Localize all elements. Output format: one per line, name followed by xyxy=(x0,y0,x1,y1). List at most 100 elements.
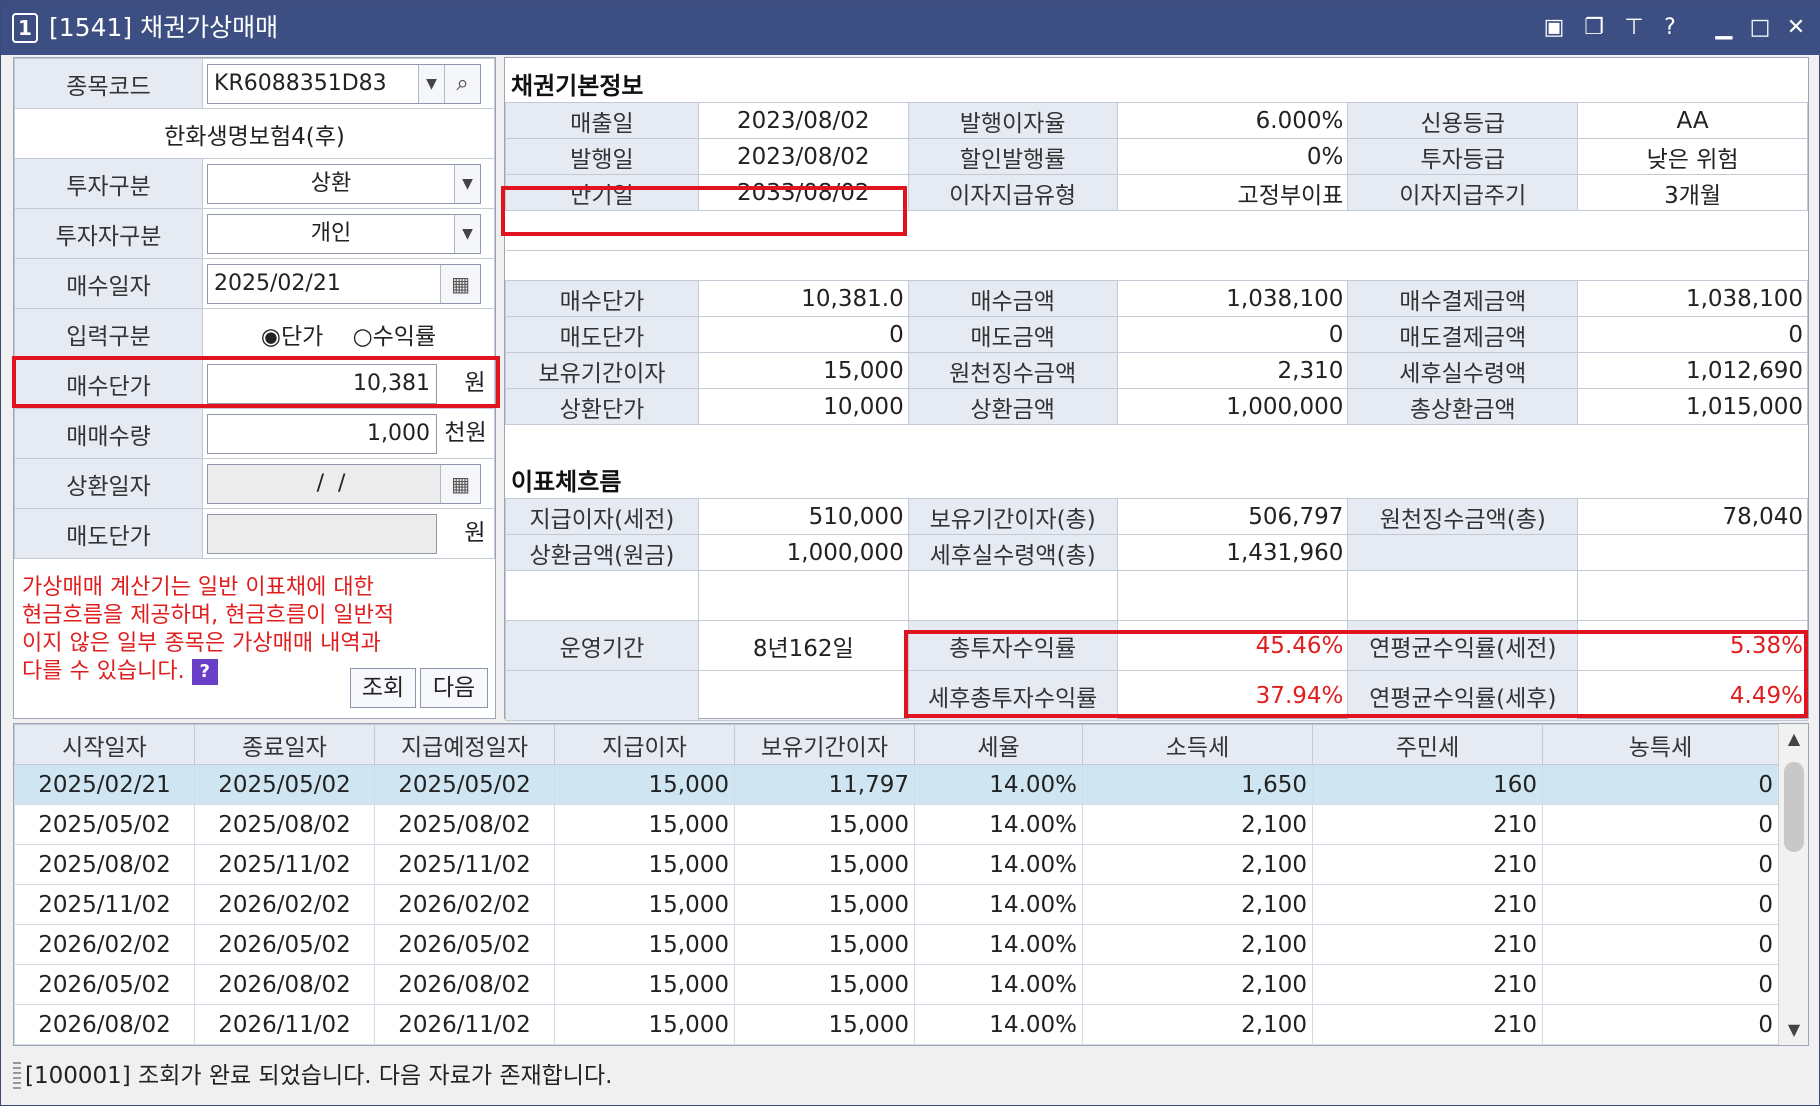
table-cell: 2,100 xyxy=(1082,884,1313,925)
info-row: 상환단가 10,000 상환금액 1,000,000 총상환금액 1,015,000 xyxy=(505,388,1808,425)
field-label: 지급이자(세전) xyxy=(505,498,699,535)
table-cell: 2025/08/02 xyxy=(194,804,375,845)
calendar-icon[interactable]: ▦ xyxy=(440,464,481,503)
buy-price-label: 매수단가 xyxy=(13,358,204,409)
info-row: 매도단가 0 매도금액 0 매도결제금액 0 xyxy=(505,316,1808,353)
radio-yield-label: 수익률 xyxy=(372,323,437,350)
table-cell: 1,650 xyxy=(1082,764,1313,805)
grid-header[interactable]: 지급이자 xyxy=(554,724,735,765)
table-cell: 15,000 xyxy=(554,964,735,1005)
radio-price[interactable]: ◉단가 xyxy=(261,324,323,350)
table-row[interactable]: 2026/02/02 2026/05/02 2026/05/02 15,000 15,0… xyxy=(14,924,1779,965)
field-label: 총상환금액 xyxy=(1347,388,1579,425)
grid-header[interactable]: 보유기간이자 xyxy=(734,724,915,765)
layout-icon[interactable]: ▣ xyxy=(1539,13,1569,43)
table-row[interactable]: 2025/05/02 2025/08/02 2025/08/02 15,000 15,0… xyxy=(14,804,1779,845)
scrollbar-thumb[interactable] xyxy=(1784,762,1804,852)
field-label: 상환단가 xyxy=(505,388,699,425)
field-value: 1,012,690 xyxy=(1577,352,1808,389)
investor-type-select[interactable]: 개인 ▼ xyxy=(207,213,482,254)
grid-header[interactable]: 농특세 xyxy=(1542,724,1779,765)
field-value: AA xyxy=(1577,102,1808,139)
table-cell: 2026/05/02 xyxy=(14,964,195,1005)
field-label: 보유기간이자(총) xyxy=(907,498,1118,535)
sell-price-label: 매도단가 xyxy=(13,508,204,559)
table-cell: 2,100 xyxy=(1082,804,1313,845)
field-label: 투자등급 xyxy=(1347,138,1579,175)
dropdown-icon[interactable]: ▼ xyxy=(418,64,445,103)
table-row[interactable]: 2026/08/02 2026/11/02 2026/11/02 15,000 15,0… xyxy=(14,1004,1779,1045)
query-button[interactable]: 조회 xyxy=(350,668,416,708)
search-icon[interactable]: ⌕ xyxy=(444,64,481,103)
table-cell: 0 xyxy=(1542,844,1779,885)
pin-icon[interactable]: ⊤ xyxy=(1619,13,1649,43)
stock-code-input[interactable]: KR6088351D83 ▼ ⌕ xyxy=(207,63,482,104)
table-row[interactable]: 2025/08/02 2025/11/02 2025/11/02 15,000 15,0… xyxy=(14,844,1779,885)
table-row[interactable]: 2025/02/21 2025/05/02 2025/05/02 15,000 11,7… xyxy=(14,764,1779,805)
vertical-scrollbar[interactable]: ▲ ▼ xyxy=(1778,724,1808,1045)
table-cell: 210 xyxy=(1312,804,1543,845)
maximize-icon[interactable]: □ xyxy=(1745,13,1775,43)
notice-line: 이지 않은 일부 종목은 가상매매 내역과 xyxy=(22,631,381,656)
notice-line: 현금흐름을 제공하며, 현금흐름이 일반적 xyxy=(22,603,395,628)
field-value: 3개월 xyxy=(1577,174,1808,211)
buy-date-input[interactable]: 2025/02/21 ▦ xyxy=(207,263,482,304)
table-cell: 2026/02/02 xyxy=(14,924,195,965)
info-row: 상환금액(원금) 1,000,000 세후실수령액(총) 1,431,960 xyxy=(505,534,1808,571)
table-cell: 15,000 xyxy=(734,804,915,845)
spacer-cell xyxy=(1347,210,1578,251)
help-icon[interactable]: ? xyxy=(1655,13,1685,43)
table-cell: 2025/05/02 xyxy=(374,764,555,805)
grid-header[interactable]: 소득세 xyxy=(1082,724,1313,765)
scroll-up-icon[interactable]: ▲ xyxy=(1779,724,1809,754)
field-label: 보유기간이자 xyxy=(505,352,699,389)
qty-input[interactable]: 1,000 xyxy=(207,413,438,454)
info-row: 매출일 2023/08/02 발행이자율 6.000% 신용등급 AA xyxy=(505,102,1808,139)
grid-header[interactable]: 종료일자 xyxy=(194,724,375,765)
table-row[interactable]: 2026/05/02 2026/08/02 2026/08/02 15,000 15,0… xyxy=(14,964,1779,1005)
spacer-cell xyxy=(1577,210,1808,251)
field-label: 원천징수금액 xyxy=(907,352,1118,389)
invest-type-select[interactable]: 상환 ▼ xyxy=(207,163,482,204)
info-row: 매수단가 10,381.0 매수금액 1,038,100 매수결제금액 1,038,100 xyxy=(505,280,1808,317)
dropdown-icon[interactable]: ▼ xyxy=(454,164,481,203)
table-cell: 2025/02/21 xyxy=(14,764,195,805)
info-row: 보유기간이자 15,000 원천징수금액 2,310 세후실수령액 1,012,690 xyxy=(505,352,1808,389)
help-icon[interactable]: ? xyxy=(191,659,218,685)
radio-yield[interactable]: ○수익률 xyxy=(353,324,437,350)
grid-header[interactable]: 주민세 xyxy=(1312,724,1543,765)
annual-pre-label: 연평균수익률(세전) xyxy=(1347,620,1579,671)
scroll-down-icon[interactable]: ▼ xyxy=(1779,1015,1809,1045)
table-cell: 2026/08/02 xyxy=(374,964,555,1005)
sell-price-input[interactable] xyxy=(207,513,438,554)
investor-type-label: 투자자구분 xyxy=(13,208,204,259)
field-value: 0 xyxy=(1577,316,1808,353)
after-tax-total-label: 세후총투자수익률 xyxy=(907,670,1118,721)
buy-price-input[interactable]: 10,381 xyxy=(207,363,438,404)
next-button[interactable]: 다음 xyxy=(420,668,488,708)
field-label: 상환금액 xyxy=(907,388,1118,425)
spacer-cell xyxy=(908,210,1118,251)
calendar-icon[interactable]: ▦ xyxy=(440,264,481,303)
field-value: 0 xyxy=(1116,316,1349,353)
table-cell: 15,000 xyxy=(554,764,735,805)
field-value: 고정부이표 xyxy=(1116,174,1349,211)
field-label: 세후실수령액 xyxy=(1347,352,1579,389)
cashflow-grid: 시작일자 종료일자 지급예정일자 지급이자 보유기간이자 세율 소득세 주민세 농특세 2025… xyxy=(14,724,1779,1045)
sell-price-unit: 원 xyxy=(464,520,486,547)
field-label: 매수금액 xyxy=(907,280,1118,317)
minimize-icon[interactable]: ▁ xyxy=(1709,13,1739,43)
annual-post-label: 연평균수익률(세후) xyxy=(1347,670,1579,721)
redeem-date-input[interactable]: / / ▦ xyxy=(207,463,482,504)
table-row[interactable]: 2025/11/02 2026/02/02 2026/02/02 15,000 15,0… xyxy=(14,884,1779,925)
field-label: 매도단가 xyxy=(505,316,699,353)
grid-header[interactable]: 시작일자 xyxy=(14,724,195,765)
close-icon[interactable]: ✕ xyxy=(1781,13,1811,43)
grid-header[interactable]: 지급예정일자 xyxy=(374,724,555,765)
field-label xyxy=(1347,534,1579,571)
dropdown-icon[interactable]: ▼ xyxy=(454,214,481,253)
spacer-cell xyxy=(1117,210,1348,251)
cashflow-title: 이표체흐름 xyxy=(511,468,622,496)
restore-windows-icon[interactable]: ❐ xyxy=(1579,13,1609,43)
grid-header[interactable]: 세율 xyxy=(914,724,1083,765)
